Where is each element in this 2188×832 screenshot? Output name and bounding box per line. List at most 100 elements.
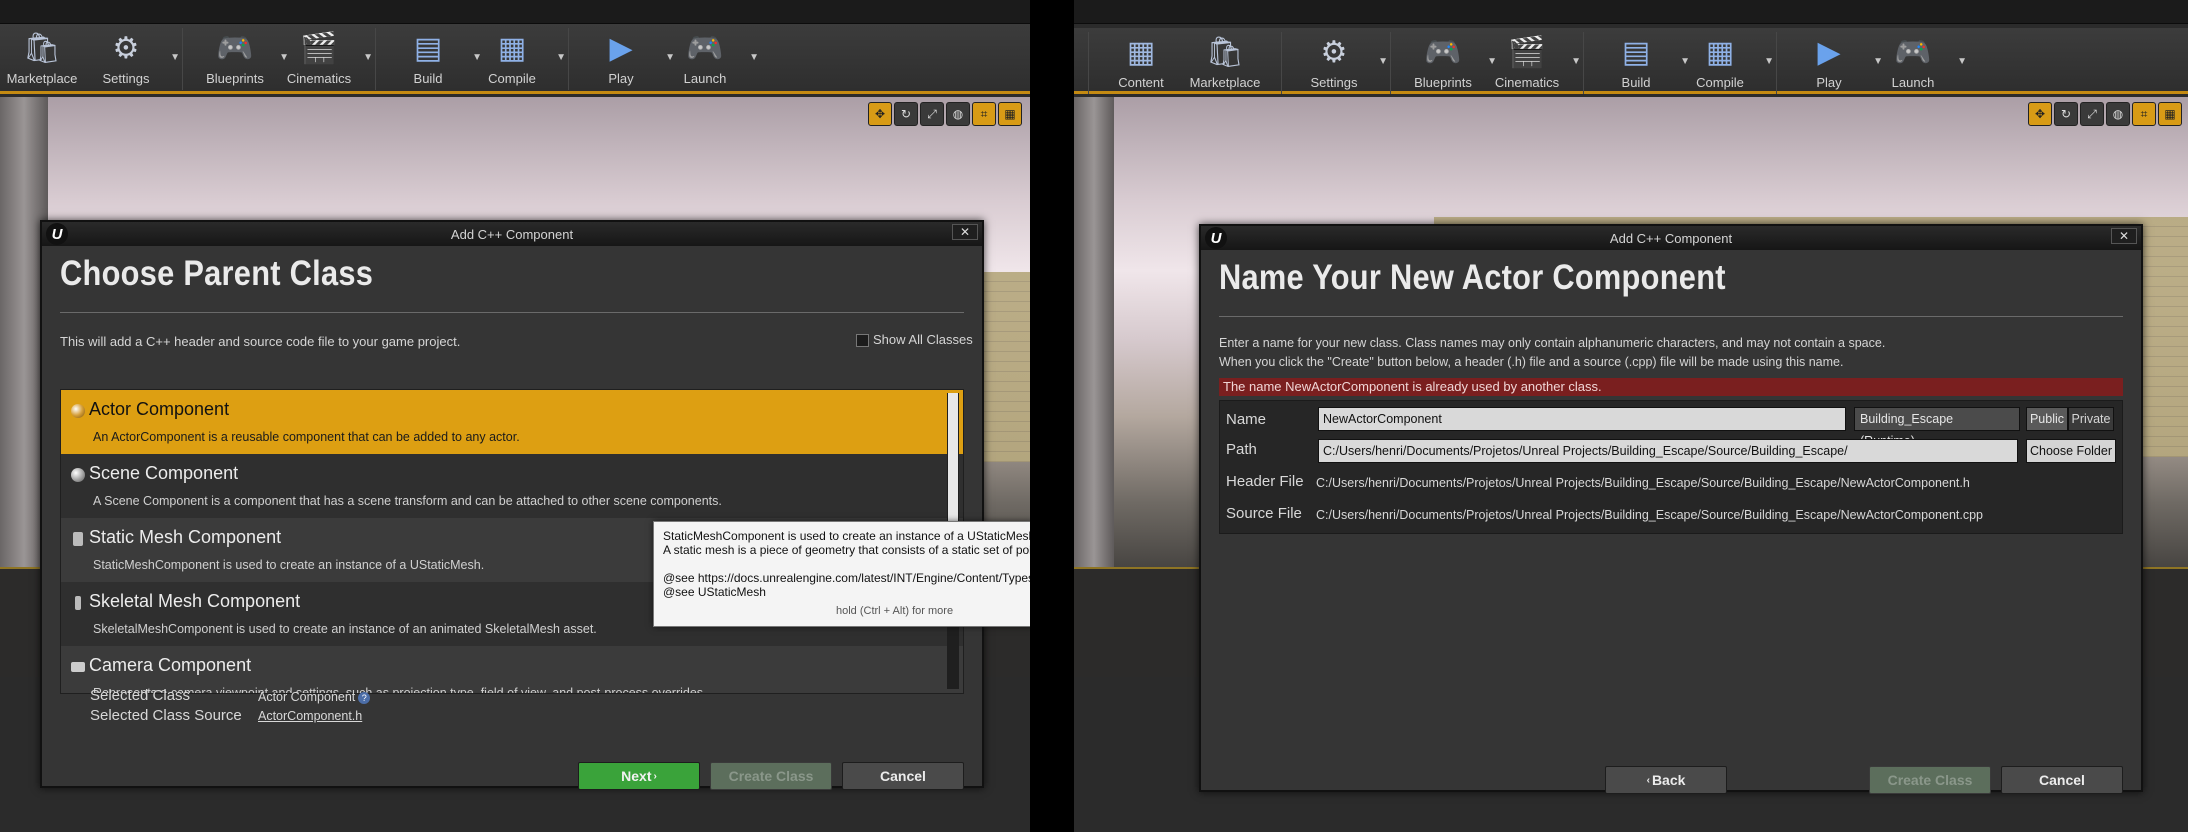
toolbar-launch-button[interactable]: 🎮 Launch ▼ [1871,28,1967,94]
name-input[interactable]: NewActorComponent [1318,407,1846,431]
chevron-down-icon[interactable]: ▼ [363,52,373,63]
toolbar-compile-button[interactable]: ▦ Compile ▼ [470,24,566,90]
class-description: An ActorComponent is a reusable componen… [93,430,520,444]
grid-icon[interactable]: ▦ [998,102,1022,126]
selected-source-label: Selected Class Source [90,707,242,724]
path-input[interactable]: C:/Users/henri/Documents/Projetos/Unreal… [1318,439,2018,463]
class-description: A Scene Component is a component that ha… [93,494,722,508]
public-toggle[interactable]: Public [2026,407,2068,431]
chevron-down-icon[interactable]: ▼ [170,52,180,63]
rotate-icon[interactable]: ↻ [2054,102,2078,126]
class-row-scene-component[interactable]: Scene Component A Scene Component is a c… [61,454,963,518]
chevron-down-icon[interactable]: ▼ [1378,56,1388,67]
toolbar-label: Settings [102,71,150,86]
show-all-classes-toggle[interactable]: Show All Classes [856,332,973,348]
toolbar-compile-button[interactable]: ▦ Compile ▼ [1678,28,1774,94]
static-mesh-icon [73,532,83,546]
tooltip-line: @see UStaticMesh [663,585,766,599]
menu-strip [1074,0,2188,24]
help-icon[interactable]: ? [358,691,371,704]
toolbar-settings-button[interactable]: ⚙ Settings ▼ [84,24,181,90]
toolbar-separator [1281,32,1282,94]
class-description: SkeletalMeshComponent is used to create … [93,622,597,636]
unreal-logo-icon: U [46,223,68,245]
selected-source-link[interactable]: ActorComponent.h [258,709,362,723]
actor-component-icon [71,404,85,418]
class-row-actor-component[interactable]: Actor Component An ActorComponent is a r… [61,390,963,454]
right-editor-screenshot: ▦ Content 🛍 Marketplace ⚙ Settings ▼ 🎮 Blueprint… [1074,0,2188,832]
module-select[interactable]: Building_Escape (Runtime)▼ [1854,407,2020,448]
toolbar-blueprints-button[interactable]: 🎮 Blueprints ▼ [1401,28,1497,94]
header-file-label: Header File [1226,473,1304,490]
rotate-icon[interactable]: ↻ [894,102,918,126]
marketplace-icon: 🛍 [1205,35,1245,69]
class-name: Actor Component [89,399,230,419]
close-button[interactable]: ✕ [2111,228,2137,244]
class-name: Skeletal Mesh Component [89,591,301,611]
main-toolbar: ▦ Content 🛍 Marketplace ⚙ Settings ▼ 🎮 Blueprint… [1074,28,2188,94]
build-icon: ▤ [413,31,443,65]
class-name: Scene Component [89,463,239,483]
toolbar-cinematics-button[interactable]: 🎬 Cinematics ▼ [1485,28,1581,94]
toolbar-blueprints-button[interactable]: 🎮 Blueprints ▼ [193,24,289,90]
world-icon[interactable]: ◍ [946,102,970,126]
play-icon: ▶ [609,31,633,65]
toolbar-separator [375,28,376,90]
toolbar-label: Launch [683,71,727,86]
main-toolbar: 🛍 Marketplace ⚙ Settings ▼ 🎮 Blueprints ▼ 🎬 Cinem… [0,24,1030,94]
scene-component-icon [71,468,85,482]
compile-icon: ▦ [1705,35,1735,69]
toolbar-play-button[interactable]: ▶ Play ▼ [579,24,675,90]
scale-icon[interactable]: ⤢ [920,102,944,126]
back-button[interactable]: ‹ Back [1605,766,1727,794]
snap-icon[interactable]: ⌗ [972,102,996,126]
class-tooltip: StaticMeshComponent is used to create an… [653,521,1030,627]
add-component-dialog: U Add C++ Component ✕ Name Your New Acto… [1199,224,2143,794]
toolbar-cinematics-button[interactable]: 🎬 Cinematics ▼ [277,24,373,90]
page-title: Choose Parent Class [60,254,374,293]
cancel-button[interactable]: Cancel [842,762,964,790]
name-label: Name [1226,411,1267,428]
dialog-description-1: Enter a name for your new class. Class n… [1219,336,1886,350]
chevron-down-icon[interactable]: ▼ [1764,56,1774,67]
chevron-down-icon[interactable]: ▼ [556,52,566,63]
dialog-description: This will add a C++ header and source co… [60,334,461,349]
close-button[interactable]: ✕ [952,224,978,240]
translate-icon[interactable]: ✥ [2028,102,2052,126]
show-all-checkbox[interactable] [856,334,869,348]
toolbar-launch-button[interactable]: 🎮 Launch ▼ [663,24,759,90]
tooltip-line: StaticMeshComponent is used to create an… [663,529,1030,543]
private-toggle[interactable]: Private [2068,407,2114,431]
toolbar-play-button[interactable]: ▶ Play ▼ [1787,28,1883,94]
world-icon[interactable]: ◍ [2106,102,2130,126]
play-icon: ▶ [1817,35,1841,69]
toolbar-separator [1088,32,1089,94]
grid-icon[interactable]: ▦ [2158,102,2182,126]
dialog-title: Add C++ Component [1609,230,1733,246]
translate-icon[interactable]: ✥ [868,102,892,126]
chevron-down-icon[interactable]: ▼ [1957,56,1967,67]
create-class-button[interactable]: Create Class [1869,766,1991,794]
toolbar-settings-button[interactable]: ⚙ Settings ▼ [1292,28,1389,94]
toolbar-separator [1776,32,1777,94]
class-row-camera-component[interactable]: Camera Component Represents a camera vie… [61,646,963,693]
selected-class-value: Actor Component? [258,690,371,704]
next-button[interactable]: Next › [578,762,700,790]
create-class-button[interactable]: Create Class [710,762,832,790]
toolbar-label: Marketplace [6,71,78,86]
choose-folder-button[interactable]: Choose Folder [2026,439,2116,463]
cancel-button[interactable]: Cancel [2001,766,2123,794]
chevron-down-icon[interactable]: ▼ [749,52,759,63]
toolbar-build-button[interactable]: ▤ Build ▼ [386,24,482,90]
chevron-down-icon[interactable]: ▼ [1571,56,1581,67]
toolbar-content-button[interactable]: ▦ Content [1099,28,1183,94]
toolbar-separator [1390,32,1391,94]
toolbar-marketplace-button[interactable]: 🛍 Marketplace [1183,28,1267,94]
toolbar-label: Marketplace [1189,75,1261,90]
camera-icon [71,662,85,672]
toolbar-marketplace-button[interactable]: 🛍 Marketplace [0,24,84,90]
dialog-titlebar: U Add C++ Component ✕ [42,222,982,246]
snap-icon[interactable]: ⌗ [2132,102,2156,126]
scale-icon[interactable]: ⤢ [2080,102,2104,126]
toolbar-build-button[interactable]: ▤ Build ▼ [1594,28,1690,94]
